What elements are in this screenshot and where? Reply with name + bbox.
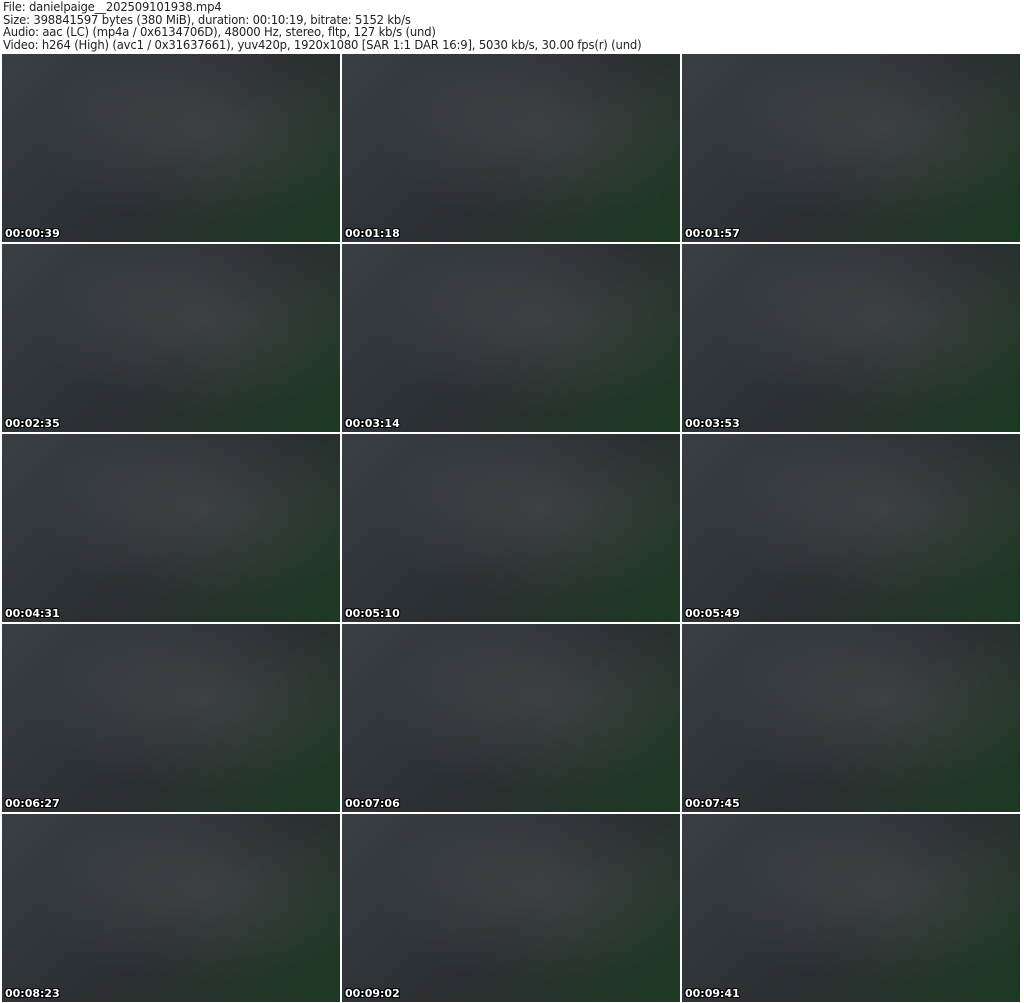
timestamp-label: 00:01:57 [685,227,740,240]
video-frame-thumbnail: 00:01:18 [342,54,680,242]
timestamp-label: 00:03:53 [685,417,740,430]
video-frame-thumbnail: 00:08:23 [2,814,340,1002]
file-info-header: File: danielpaige__202509101938.mp4 Size… [3,0,642,52]
video-frame-thumbnail: 00:09:41 [682,814,1020,1002]
video-frame-thumbnail: 00:05:10 [342,434,680,622]
video-frame-thumbnail: 00:07:45 [682,624,1020,812]
video-frame-thumbnail: 00:00:39 [2,54,340,242]
video-info: Video: h264 (High) (avc1 / 0x31637661), … [3,36,642,52]
video-frame-thumbnail: 00:03:14 [342,244,680,432]
video-frame-thumbnail: 00:01:57 [682,54,1020,242]
video-frame-thumbnail: 00:03:53 [682,244,1020,432]
timestamp-label: 00:05:49 [685,607,740,620]
timestamp-label: 00:04:31 [5,607,60,620]
timestamp-label: 00:08:23 [5,987,60,1000]
timestamp-label: 00:09:02 [345,987,400,1000]
timestamp-label: 00:00:39 [5,227,60,240]
video-frame-thumbnail: 00:05:49 [682,434,1020,622]
timestamp-label: 00:03:14 [345,417,400,430]
video-frame-thumbnail: 00:09:02 [342,814,680,1002]
video-frame-thumbnail: 00:04:31 [2,434,340,622]
timestamp-label: 00:05:10 [345,607,400,620]
timestamp-label: 00:06:27 [5,797,60,810]
video-frame-thumbnail: 00:02:35 [2,244,340,432]
timestamp-label: 00:07:45 [685,797,740,810]
video-frame-thumbnail: 00:07:06 [342,624,680,812]
timestamp-label: 00:07:06 [345,797,400,810]
timestamp-label: 00:01:18 [345,227,400,240]
timestamp-label: 00:02:35 [5,417,60,430]
thumbnail-grid: 00:00:39 00:01:18 00:01:57 00:02:35 00:03:14… [2,54,1020,1002]
timestamp-label: 00:09:41 [685,987,740,1000]
video-frame-thumbnail: 00:06:27 [2,624,340,812]
